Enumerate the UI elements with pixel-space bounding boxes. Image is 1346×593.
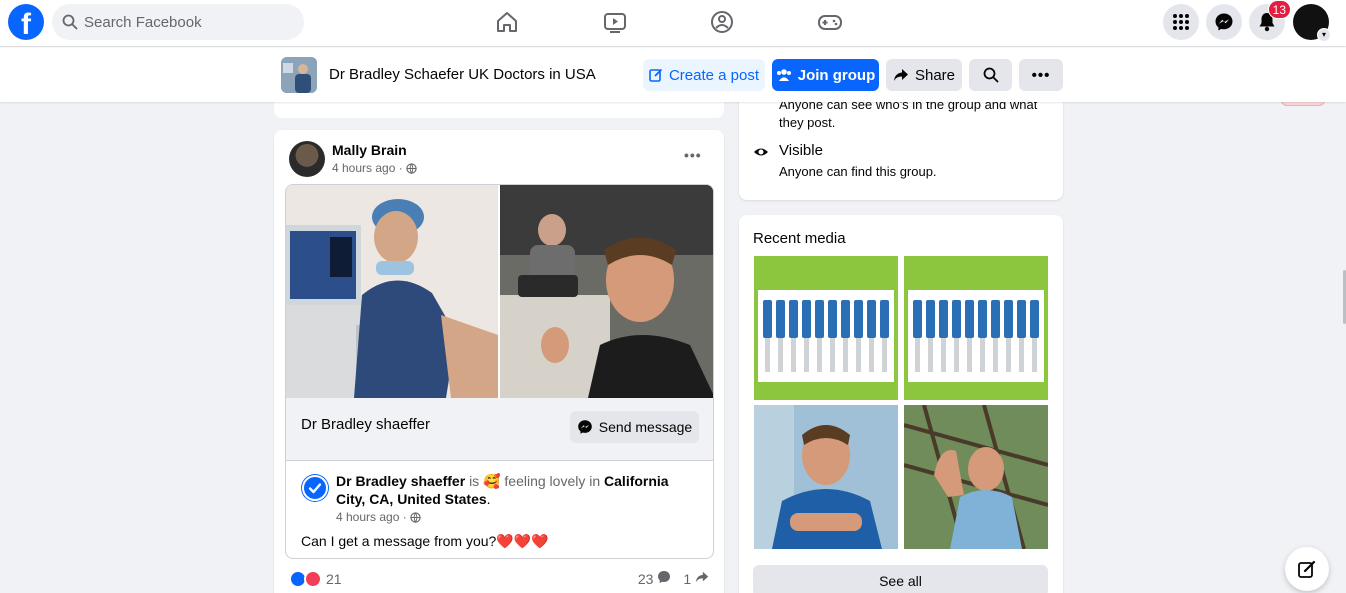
inner-feeling: feeling lovely in — [504, 473, 601, 489]
globe-icon — [406, 162, 417, 174]
hearts-emoji: ❤️❤️❤️ — [496, 533, 549, 549]
groups-icon[interactable] — [708, 8, 736, 36]
share-icon — [893, 69, 908, 81]
visible-description: Anyone can find this group. — [779, 164, 937, 179]
media-thumbnail[interactable] — [904, 256, 1048, 400]
author-avatar[interactable] — [289, 141, 325, 177]
inner-meta: 4 hours ago · — [336, 510, 421, 524]
share-icon — [695, 571, 709, 583]
top-navigation-bar: f 13 ▾ — [0, 0, 1346, 46]
inner-time[interactable]: 4 hours ago · — [336, 510, 407, 524]
grid-menu-icon — [1173, 14, 1189, 30]
comments-count: 23 — [637, 571, 654, 587]
group-name[interactable]: Dr Bradley Schaefer UK Doctors in USA — [329, 66, 596, 83]
post-card: Mally Brain 4 hours ago · ••• Dr Bradley… — [274, 130, 724, 593]
inner-author[interactable]: Dr Bradley shaeffer — [336, 473, 465, 489]
notification-badge: 13 — [1267, 0, 1291, 19]
recent-media-title: Recent media — [753, 230, 846, 247]
see-all-button[interactable]: See all — [753, 565, 1048, 593]
group-more-button[interactable]: ••• — [1019, 59, 1063, 91]
visible-title: Visible — [779, 142, 823, 159]
post-time[interactable]: 4 hours ago · — [332, 161, 403, 175]
share-label: Share — [914, 66, 956, 84]
verified-check-icon — [302, 475, 328, 501]
shares-count-group[interactable]: 1 — [683, 570, 709, 587]
send-message-button[interactable]: Send message — [570, 411, 699, 443]
gaming-icon[interactable] — [816, 8, 844, 36]
facebook-logo[interactable]: f — [8, 4, 44, 40]
account-avatar[interactable]: ▾ — [1293, 4, 1331, 42]
create-post-label: Create a post — [668, 66, 760, 84]
search-box[interactable] — [52, 4, 304, 40]
more-dots-icon: ••• — [1031, 66, 1051, 84]
shared-profile-name[interactable]: Dr Bradley shaeffer — [301, 416, 430, 433]
share-button[interactable]: Share — [886, 59, 962, 91]
shares-count: 1 — [683, 571, 692, 587]
shared-photo-right[interactable] — [500, 185, 713, 398]
messenger-icon — [577, 420, 592, 434]
chevron-down-icon: ▾ — [1317, 28, 1331, 42]
menu-button[interactable] — [1163, 4, 1199, 40]
send-message-label: Send message — [598, 419, 693, 435]
inner-message: Can I get a message from you?❤️❤️❤️ — [301, 533, 549, 550]
comment-icon — [658, 571, 671, 583]
edit-icon — [649, 68, 663, 82]
media-thumbnail[interactable] — [754, 405, 898, 549]
eye-icon — [754, 148, 768, 156]
shared-photo-left[interactable] — [286, 185, 498, 398]
search-icon — [62, 14, 78, 30]
group-header-bar: Dr Bradley Schaefer UK Doctors in USA Cr… — [0, 47, 1346, 102]
inner-period: . — [486, 491, 491, 507]
globe-icon — [410, 511, 421, 523]
group-join-icon — [776, 69, 791, 81]
media-thumbnail[interactable] — [754, 256, 898, 400]
compose-icon — [1298, 560, 1316, 578]
inner-is: is — [469, 473, 480, 489]
messenger-icon — [1215, 13, 1233, 31]
post-options-icon[interactable]: ••• — [684, 147, 702, 163]
notifications-button[interactable]: 13 — [1249, 0, 1291, 40]
engagement-counts: 23 1 — [638, 570, 709, 587]
home-icon[interactable] — [493, 8, 521, 36]
shared-profile-bar: Dr Bradley shaeffer Send message — [286, 398, 713, 461]
inner-post-status: Dr Bradley shaeffer is 🥰 feeling lovely … — [336, 472, 686, 508]
reactions-summary[interactable]: 21 — [289, 570, 342, 588]
group-search-button[interactable] — [969, 59, 1012, 91]
create-post-button[interactable]: Create a post — [643, 59, 765, 91]
join-group-button[interactable]: Join group — [772, 59, 879, 91]
search-icon — [983, 67, 998, 83]
watch-icon[interactable] — [601, 8, 629, 36]
recent-media-card: Recent media See all — [739, 215, 1063, 593]
new-message-button[interactable] — [1285, 547, 1329, 591]
post-author[interactable]: Mally Brain — [332, 142, 407, 158]
shared-post[interactable]: Dr Bradley shaeffer Send message Dr Brad… — [285, 184, 714, 559]
comments-count-group[interactable]: 23 — [638, 570, 671, 587]
post-meta: 4 hours ago · — [332, 161, 417, 175]
feeling-emoji-icon: 🥰 — [483, 473, 501, 489]
group-thumbnail[interactable] — [281, 57, 317, 93]
messenger-button[interactable] — [1206, 4, 1242, 40]
reactions-count: 21 — [326, 571, 342, 587]
media-thumbnail[interactable] — [904, 405, 1048, 549]
search-input[interactable] — [84, 4, 294, 40]
inner-message-text: Can I get a message from you? — [301, 533, 497, 549]
love-reaction-icon — [304, 570, 322, 588]
join-group-label: Join group — [797, 66, 876, 84]
